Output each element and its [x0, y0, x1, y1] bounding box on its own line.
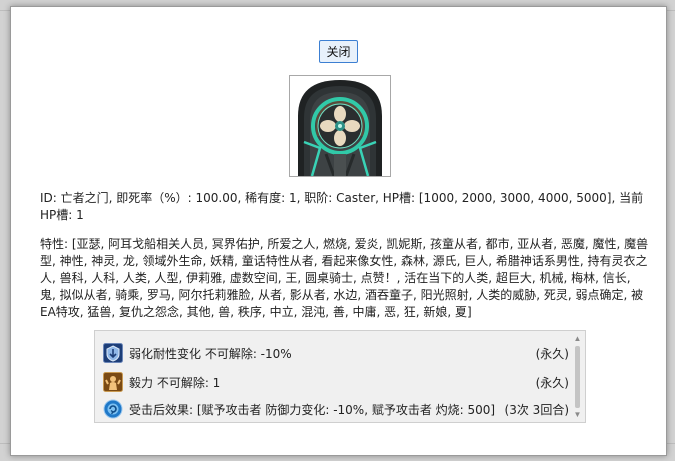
- scroll-thumb[interactable]: [575, 346, 580, 408]
- scroll-down-icon[interactable]: ▼: [573, 410, 582, 420]
- buff-row: 毅力 不可解除: 1 (永久): [103, 370, 569, 394]
- vertical-scrollbar[interactable]: ▲ ▼: [573, 334, 582, 420]
- buff-row: 弱化耐性变化 不可解除: -10% (永久): [103, 341, 569, 365]
- enemy-portrait: [289, 75, 391, 177]
- counter-effect-icon: [103, 399, 123, 419]
- scroll-up-icon[interactable]: ▲: [573, 334, 582, 344]
- buff-duration: (3次 3回合): [504, 402, 569, 417]
- buff-row: 受击后效果: [赋予攻击者 防御力变化: -10%, 赋予攻击者 灼烧: 500…: [103, 397, 569, 421]
- buff-duration: (永久): [535, 375, 569, 390]
- enemy-info-text: ID: 亡者之门, 即死率（%）: 100.00, 稀有度: 1, 职阶: Ca…: [40, 191, 644, 222]
- debuff-resist-down-icon: [103, 343, 123, 363]
- enemy-detail-dialog: 关闭 ID: 亡者之门, 即死率（%）: 100.00, 稀有度: 1, 职阶:…: [10, 6, 667, 456]
- buff-text: 毅力 不可解除: 1: [129, 375, 221, 390]
- buff-list[interactable]: 弱化耐性变化 不可解除: -10% (永久) 毅力 不可解除: 1 (永久) 受…: [94, 330, 586, 423]
- close-button[interactable]: 关闭: [319, 40, 358, 63]
- enemy-traits-text: 特性: [亚瑟, 阿耳戈船相关人员, 冥界佑护, 所爱之人, 燃烧, 爱炎, 凯…: [40, 237, 649, 319]
- buff-text: 受击后效果: [赋予攻击者 防御力变化: -10%, 赋予攻击者 灼烧: 500…: [129, 402, 496, 417]
- buff-duration: (永久): [535, 346, 569, 361]
- guts-icon: [103, 372, 123, 392]
- buff-text: 弱化耐性变化 不可解除: -10%: [129, 346, 292, 361]
